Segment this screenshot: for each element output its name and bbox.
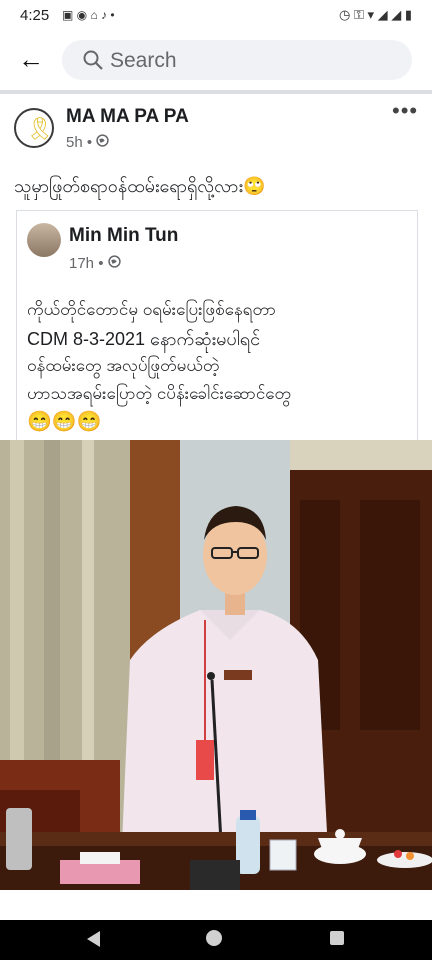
more-icon[interactable]: ••• <box>392 98 418 124</box>
back-arrow-icon[interactable]: ← <box>18 46 44 72</box>
search-bar[interactable]: Search <box>62 40 412 80</box>
shared-text-line: ကိုယ်တိုင်တောင်မှ ဝရမ်းပြေးဖြစ်နေရတာ <box>27 300 276 319</box>
search-placeholder: Search <box>110 49 177 72</box>
shared-author-avatar[interactable] <box>27 223 61 257</box>
post-text: သူမှာဖြုတ်စရာဝန်ထမ်းရောရှိလို့လား🙄 <box>14 176 266 196</box>
nav-home-icon[interactable] <box>206 930 222 946</box>
shared-time: 17h • <box>69 255 121 272</box>
post-author[interactable]: MA MA PA PA <box>66 106 189 128</box>
search-icon <box>83 50 103 70</box>
notification-icons: ▣ ◉ ⌂ ♪ • <box>62 8 115 22</box>
shared-post[interactable]: Min Min Tun 17h • ကိုယ်တိုင်တောင်မှ ဝရမ်… <box>16 210 418 441</box>
status-bar: 4:25 ▣ ◉ ⌂ ♪ • ◷ ⚿ ▾ ◢ ◢ ▮ <box>0 0 432 30</box>
nav-recents-icon[interactable] <box>330 931 344 945</box>
shared-text-line: CDM 8-3-2021 နောက်ဆုံးမပါရင် <box>27 329 261 349</box>
system-icons: ◷ ⚿ ▾ ◢ ◢ ▮ <box>339 7 412 22</box>
ribbon-icon: 🎗 <box>26 116 54 141</box>
post-card: 🎗 MA MA PA PA 5h • ••• သူမှာဖြုတ်စရာဝန်ထ… <box>0 94 432 920</box>
globe-icon <box>107 255 121 268</box>
shared-author[interactable]: Min Min Tun <box>69 225 178 247</box>
android-nav-bar <box>0 920 432 960</box>
photo-illustration <box>0 440 432 890</box>
status-time: 4:25 <box>20 7 50 24</box>
shared-text-line: ဟာသအရမ်းပြောတဲ့ ငပိန်းခေါင်းဆောင်တွေ <box>27 384 292 403</box>
nav-back-icon[interactable] <box>84 929 102 949</box>
post-photo[interactable] <box>0 440 432 890</box>
post-time: 5h • <box>66 134 109 151</box>
laughing-emojis: 😁😁😁 <box>27 411 102 433</box>
globe-icon <box>96 134 109 147</box>
author-avatar[interactable]: 🎗 <box>14 108 54 148</box>
shared-text-line: ဝန်ထမ်းတွေ အလုပ်ဖြုတ်မယ်တဲ့ <box>27 356 220 375</box>
top-bar: ← Search <box>0 30 432 90</box>
